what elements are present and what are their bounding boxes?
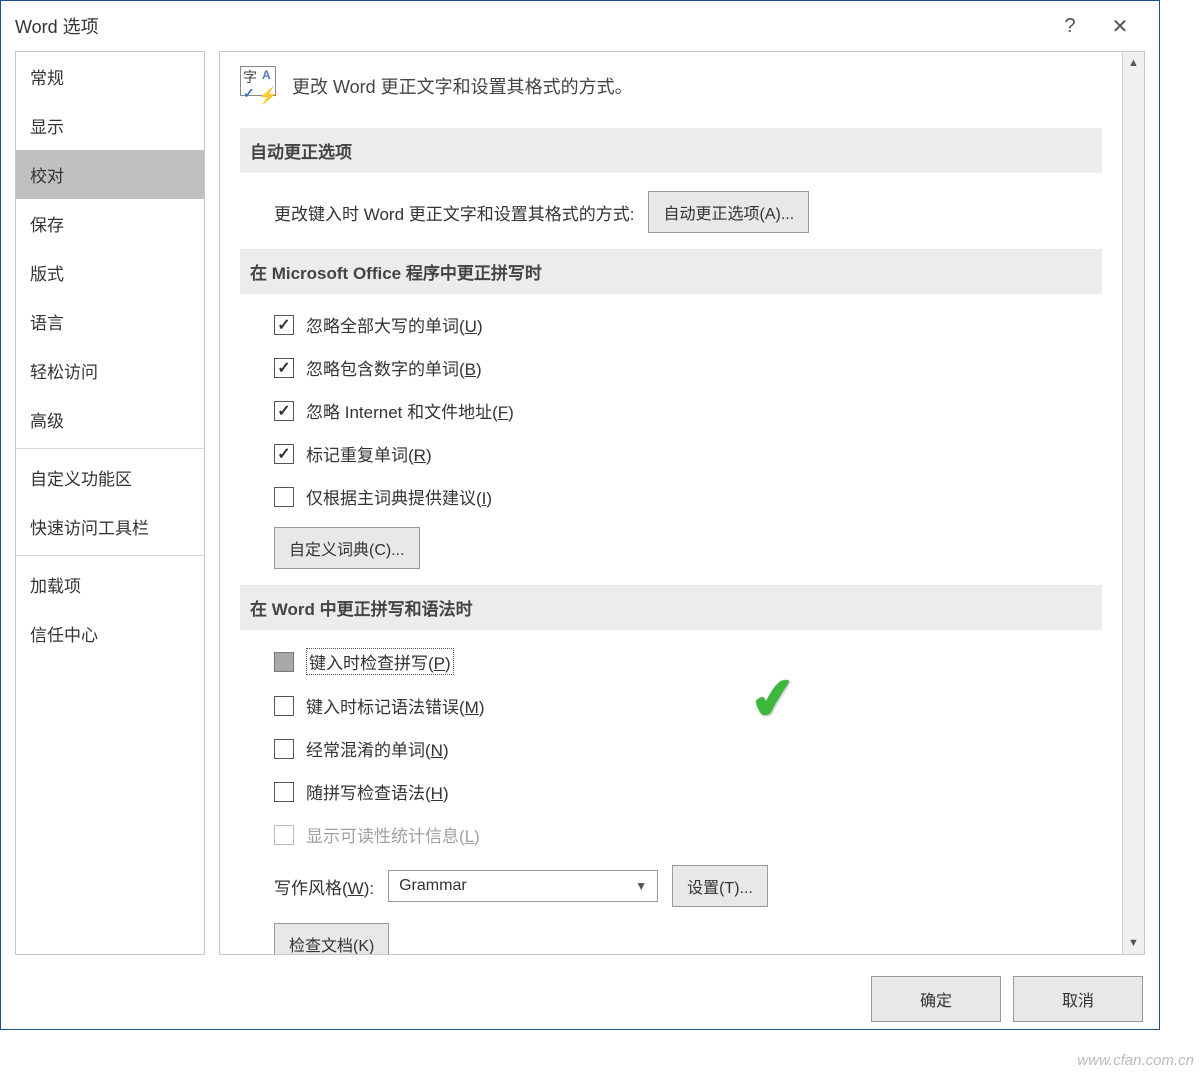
nav-addins[interactable]: 加载项	[16, 560, 204, 609]
nav-quick-access[interactable]: 快速访问工具栏	[16, 502, 204, 551]
content-panel: 字A ✓⚡ 更改 Word 更正文字和设置其格式的方式。 自动更正选项 更改键入…	[219, 51, 1145, 955]
check-document-button[interactable]: 检查文档(K)	[274, 923, 389, 954]
cb-flag-repeat-label: 标记重复单词(R)	[306, 441, 432, 466]
writing-style-value: Grammar	[399, 877, 467, 895]
scroll-up-icon[interactable]: ▲	[1123, 52, 1144, 74]
window-title: Word 选项	[15, 13, 99, 39]
nav-trust[interactable]: 信任中心	[16, 609, 204, 658]
cb-confused-words-label: 经常混淆的单词(N)	[306, 736, 449, 761]
help-button[interactable]: ?	[1045, 15, 1095, 38]
writing-style-label: 写作风格(W):	[274, 874, 374, 899]
cb-flag-repeat[interactable]	[274, 444, 294, 464]
cb-confused-words[interactable]	[274, 739, 294, 759]
nav-advanced[interactable]: 高级	[16, 395, 204, 444]
custom-dictionaries-button[interactable]: 自定义词典(C)...	[274, 527, 420, 569]
cb-ignore-numbers[interactable]	[274, 358, 294, 378]
cb-ignore-uppercase-label: 忽略全部大写的单词(U)	[306, 312, 483, 337]
titlebar: Word 选项 ? ✕	[1, 1, 1159, 51]
watermark: www.cfan.com.cn	[1077, 1052, 1194, 1069]
ok-button[interactable]: 确定	[871, 976, 1001, 1022]
cb-readability-stats-label: 显示可读性统计信息(L)	[306, 822, 480, 847]
autocorrect-desc: 更改键入时 Word 更正文字和设置其格式的方式:	[274, 200, 634, 225]
cb-check-spelling-as-type[interactable]	[274, 652, 294, 672]
chevron-down-icon: ▼	[635, 879, 647, 893]
section-office-spell-head: 在 Microsoft Office 程序中更正拼写时	[240, 249, 1102, 294]
nav-save[interactable]: 保存	[16, 199, 204, 248]
page-header: 更改 Word 更正文字和设置其格式的方式。	[292, 73, 633, 99]
cb-ignore-uppercase[interactable]	[274, 315, 294, 335]
close-button[interactable]: ✕	[1095, 14, 1145, 39]
nav-ease[interactable]: 轻松访问	[16, 346, 204, 395]
nav-general[interactable]: 常规	[16, 52, 204, 101]
cb-main-dict-only-label: 仅根据主词典提供建议(I)	[306, 484, 492, 509]
nav-proofing[interactable]: 校对	[16, 150, 204, 199]
scroll-down-icon[interactable]: ▼	[1123, 932, 1144, 954]
cb-main-dict-only[interactable]	[274, 487, 294, 507]
cb-ignore-numbers-label: 忽略包含数字的单词(B)	[306, 355, 482, 380]
section-word-spell-head: 在 Word 中更正拼写和语法时	[240, 585, 1102, 630]
cb-mark-grammar-as-type-label: 键入时标记语法错误(M)	[306, 693, 485, 718]
nav-display[interactable]: 显示	[16, 101, 204, 150]
cb-readability-stats	[274, 825, 294, 845]
cb-ignore-internet[interactable]	[274, 401, 294, 421]
nav-customize-ribbon[interactable]: 自定义功能区	[16, 453, 204, 502]
cb-check-spelling-as-type-label: 键入时检查拼写(P)	[306, 648, 454, 675]
dialog-footer: 确定 取消	[1, 969, 1159, 1029]
cb-check-grammar-with-spell-label: 随拼写检查语法(H)	[306, 779, 449, 804]
writing-style-settings-button[interactable]: 设置(T)...	[672, 865, 768, 907]
nav-layout[interactable]: 版式	[16, 248, 204, 297]
nav-language[interactable]: 语言	[16, 297, 204, 346]
cb-mark-grammar-as-type[interactable]	[274, 696, 294, 716]
proofing-icon: 字A ✓⚡	[240, 66, 280, 106]
writing-style-select[interactable]: Grammar ▼	[388, 870, 658, 902]
cb-ignore-internet-label: 忽略 Internet 和文件地址(F)	[306, 398, 514, 423]
section-autocorrect-head: 自动更正选项	[240, 128, 1102, 173]
autocorrect-options-button[interactable]: 自动更正选项(A)...	[648, 191, 809, 233]
options-dialog: Word 选项 ? ✕ 常规 显示 校对 保存 版式 语言 轻松访问 高级 自定…	[0, 0, 1160, 1030]
vertical-scrollbar[interactable]: ▲ ▼	[1122, 52, 1144, 954]
cancel-button[interactable]: 取消	[1013, 976, 1143, 1022]
cb-check-grammar-with-spell[interactable]	[274, 782, 294, 802]
category-sidebar: 常规 显示 校对 保存 版式 语言 轻松访问 高级 自定义功能区 快速访问工具栏…	[15, 51, 205, 955]
